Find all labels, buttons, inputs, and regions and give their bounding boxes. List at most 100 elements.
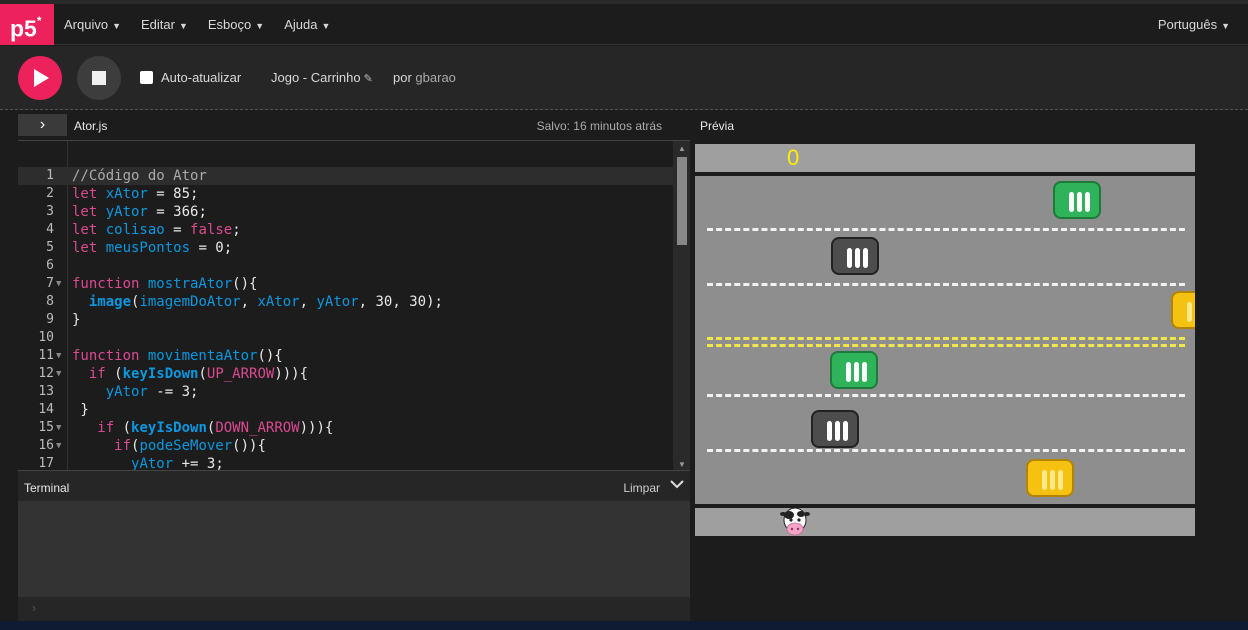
stop-icon (92, 71, 106, 85)
menu-ajuda[interactable]: Ajuda ▼ (284, 4, 330, 45)
code-token: colisao (105, 222, 165, 238)
code-line[interactable]: 3 let yAtor = 366; (18, 203, 673, 221)
code-token: } (72, 312, 81, 328)
auto-refresh-checkbox[interactable] (140, 71, 153, 84)
code-token: keyIsDown (122, 366, 199, 382)
code-line[interactable]: 9} (18, 311, 673, 329)
chevron-down-icon[interactable] (670, 478, 684, 492)
fold-toggle-icon[interactable]: ▼ (56, 437, 66, 455)
code-token: meusPontos (105, 240, 191, 256)
p5-logo[interactable]: p5* (0, 4, 54, 45)
fold-toggle-icon[interactable]: ▼ (56, 347, 66, 365)
code-line[interactable]: 14 } (18, 401, 673, 419)
code-line[interactable]: 11 ▼ function movimentaAtor(){ (18, 347, 673, 365)
sidewalk-top (695, 144, 1195, 172)
code-token: xAtor (257, 294, 300, 310)
car-yellow (1026, 459, 1074, 497)
code-line[interactable]: 10 (18, 329, 673, 347)
code-token: = 85; (147, 186, 199, 202)
terminal-clear-button[interactable]: Limpar (623, 481, 660, 495)
code-token: xAtor (105, 186, 148, 202)
line-number: 7 (46, 276, 54, 291)
code-line[interactable]: 5 let meusPontos = 0; (18, 239, 673, 257)
code-token: yAtor (316, 294, 359, 310)
code-token: //Código do Ator (72, 168, 207, 184)
code-token: (){ (232, 276, 258, 292)
lane-line (707, 283, 1185, 286)
code-text: yAtor += 3; (72, 455, 224, 470)
fold-toggle-icon[interactable]: ▼ (56, 275, 66, 293)
code-line[interactable]: 17 yAtor += 3; (18, 455, 673, 470)
auto-refresh-toggle[interactable]: Auto-atualizar (140, 70, 241, 85)
car-green (1053, 181, 1101, 219)
scroll-thumb[interactable] (677, 157, 687, 245)
lane-line-yellow (707, 337, 1185, 340)
sidewalk-bottom (695, 508, 1195, 536)
code-line[interactable]: 6 (18, 257, 673, 275)
terminal-title: Terminal (24, 481, 70, 495)
menu-esboco[interactable]: Esboço ▼ (208, 4, 264, 45)
code-line[interactable]: 13 yAtor -= 3; (18, 383, 673, 401)
menu-arquivo[interactable]: Arquivo ▼ (64, 4, 121, 45)
menu-editar[interactable]: Editar ▼ (141, 4, 188, 45)
code-line[interactable]: 8 image(imagemDoAtor, xAtor, yAtor, 30, … (18, 293, 673, 311)
code-line[interactable]: 1 //Código do Ator (18, 167, 673, 185)
code-line[interactable]: 15 ▼ if (keyIsDown(DOWN_ARROW))){ (18, 419, 673, 437)
code-token: ; (232, 222, 241, 238)
preview-canvas[interactable]: 0 (695, 144, 1195, 536)
fold-toggle-icon[interactable]: ▼ (56, 365, 66, 383)
code-text: if(podeSeMover()){ (72, 437, 266, 455)
terminal-input[interactable]: › (18, 597, 690, 621)
sketch-name[interactable]: Jogo - Carrinho ✎ (271, 70, 373, 85)
code-line[interactable]: 2 let xAtor = 85; (18, 185, 673, 203)
lane-line (707, 394, 1185, 397)
code-token: UP_ARROW (206, 366, 275, 382)
code-line[interactable]: 7 ▼ function mostraAtor(){ (18, 275, 673, 293)
terminal-prompt: › (32, 601, 36, 615)
code-token: } (72, 402, 89, 418)
author-link[interactable]: gbarao (415, 70, 455, 85)
code-line[interactable]: 4 let colisao = false; (18, 221, 673, 239)
code-token: function (72, 276, 148, 292)
saved-status: Salvo: 16 minutos atrás (536, 119, 662, 133)
code-line[interactable]: 12 ▼ if (keyIsDown(UP_ARROW))){ (18, 365, 673, 383)
terminal-output (18, 501, 690, 597)
line-number: 9 (46, 312, 54, 327)
top-nav: p5* Arquivo ▼ Editar ▼ Esboço ▼ Ajuda ▼ Port… (0, 4, 1248, 45)
line-number: 13 (38, 384, 54, 399)
code-token: -= 3; (147, 384, 199, 400)
fold-toggle-icon[interactable]: ▼ (56, 419, 66, 437)
editor-header: › Ator.js Salvo: 16 minutos atrás (18, 114, 690, 140)
sidebar-toggle-button[interactable]: › (18, 114, 67, 136)
editor-scrollbar[interactable]: ▲ ▼ (673, 141, 690, 470)
code-text: //Código do Ator (72, 167, 207, 185)
scroll-down-icon[interactable]: ▼ (677, 460, 687, 469)
chevron-right-icon: › (39, 116, 46, 133)
language-selector[interactable]: Português ▼ (1158, 4, 1230, 47)
play-button[interactable] (18, 56, 62, 100)
code-token: , (299, 294, 317, 310)
preview-title: Prévia (700, 119, 735, 133)
code-token: = (164, 222, 191, 238)
code-token: if (88, 366, 115, 382)
chevron-down-icon: ▼ (112, 21, 121, 31)
pencil-icon[interactable]: ✎ (364, 73, 373, 85)
code-token: keyIsDown (131, 420, 207, 436)
code-text: let xAtor = 85; (72, 185, 198, 203)
code-lines[interactable]: 1//Código do Ator 2 let xAtor = 85; 3 let yA… (18, 167, 673, 470)
code-token: let (72, 222, 106, 238)
code-token: , (240, 294, 258, 310)
stop-button[interactable] (77, 56, 121, 100)
lane-line-yellow (707, 344, 1185, 347)
code-editor[interactable]: 1//Código do Ator 2 let xAtor = 85; 3 let yA… (18, 140, 690, 470)
code-token: ))){ (299, 420, 334, 436)
code-line[interactable]: 16 ▼ if(podeSeMover()){ (18, 437, 673, 455)
code-token: ( (114, 366, 123, 382)
code-text: if (keyIsDown(UP_ARROW))){ (72, 365, 308, 383)
code-token: ()){ (232, 438, 266, 454)
scroll-up-icon[interactable]: ▲ (677, 144, 687, 153)
file-name: Ator.js (74, 119, 108, 133)
